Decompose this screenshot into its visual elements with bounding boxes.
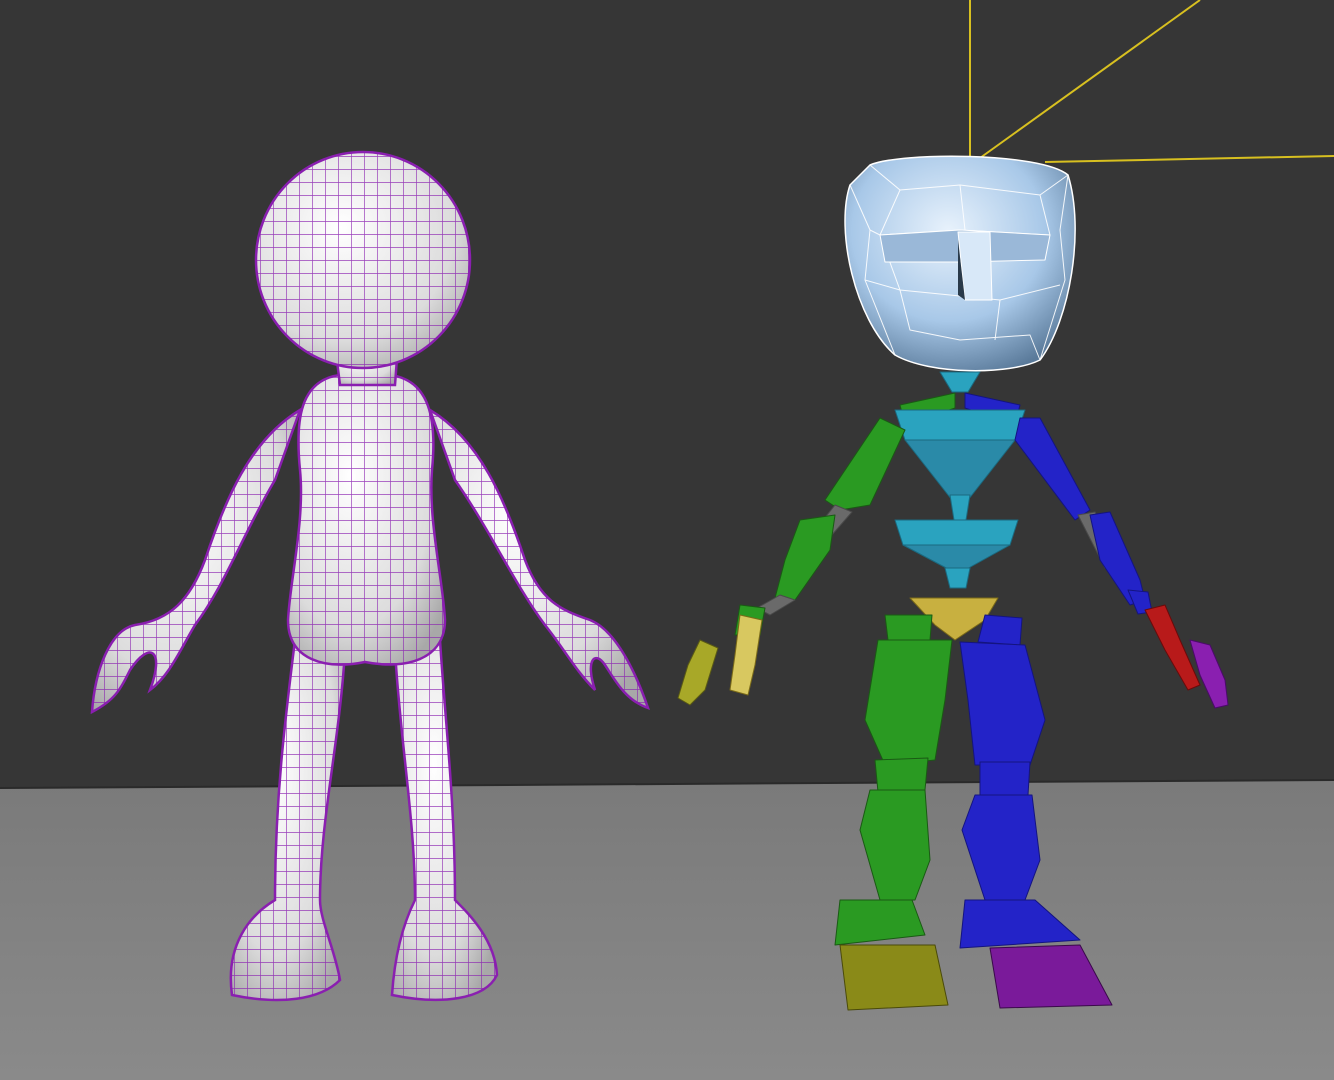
viewport-scene[interactable]: [0, 0, 1334, 1080]
rig-foot-left[interactable]: [839, 944, 949, 1011]
3d-viewport[interactable]: [0, 0, 1334, 1080]
background-wall: [0, 0, 1334, 790]
rig-head[interactable]: [844, 155, 1076, 372]
floor-plane: [0, 780, 1334, 1080]
